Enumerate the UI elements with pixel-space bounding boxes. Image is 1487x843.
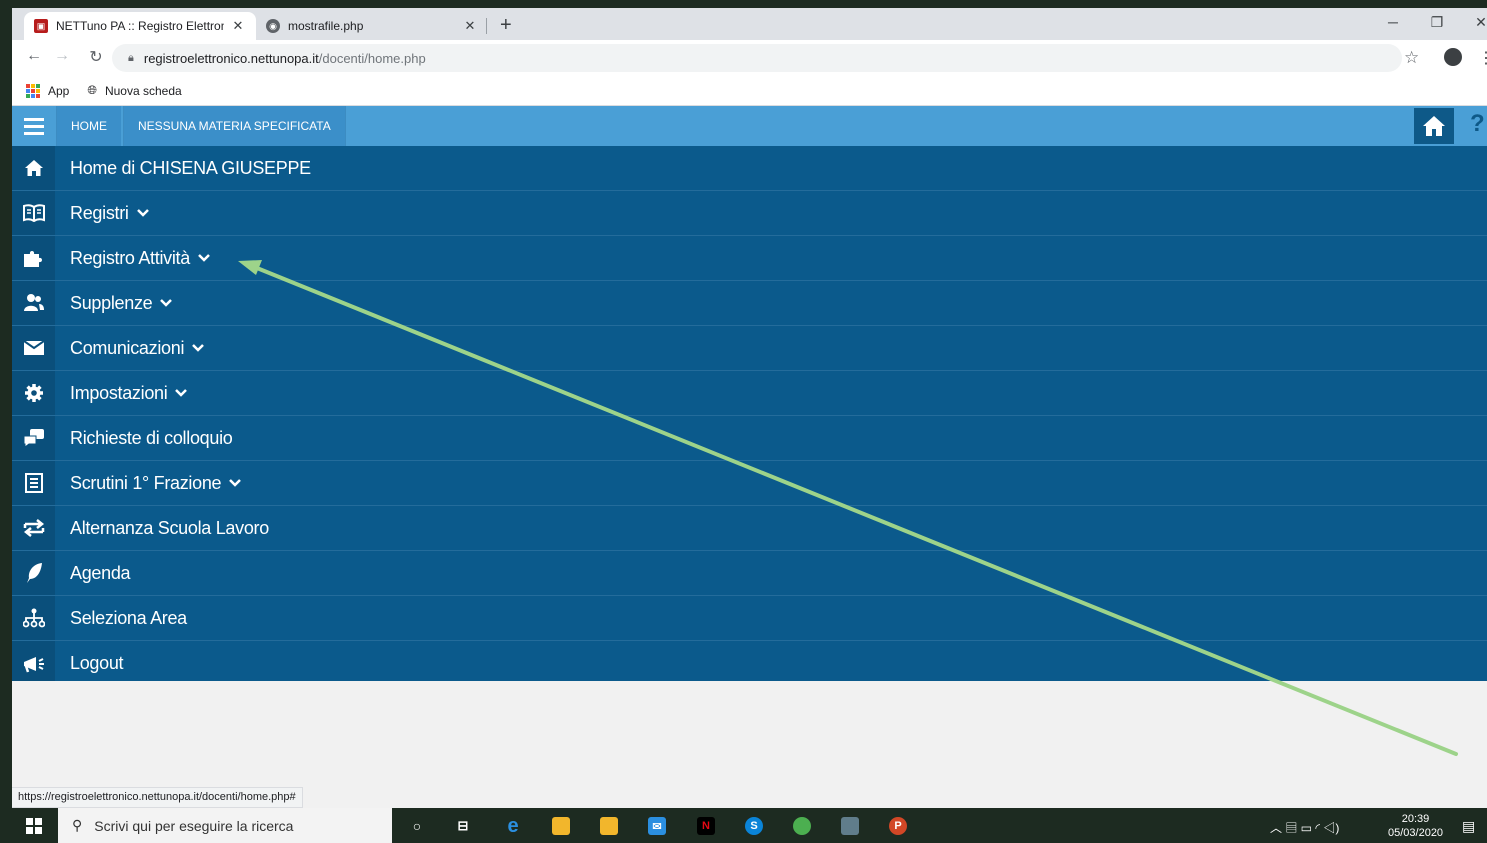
clock-time: 20:39 (1401, 813, 1430, 825)
edge-icon[interactable]: e (504, 815, 522, 837)
clock[interactable]: 20:39 05/03/2020 (1388, 812, 1443, 840)
chrome-icon[interactable] (793, 817, 811, 835)
powerpoint-icon[interactable]: P (889, 817, 907, 835)
search-icon: ⚲ (72, 817, 83, 833)
taskbar: ⚲ Scrivi qui per eseguire la ricerca ○ ⊟… (0, 808, 1487, 843)
cortana-icon[interactable]: ○ (408, 817, 426, 835)
system-tray-icons[interactable]: ︿ ▤ ▭ ◜ ◁) (1270, 819, 1339, 836)
notification-icon[interactable]: ▤ (1462, 818, 1475, 835)
mail-icon[interactable]: ✉ (648, 817, 666, 835)
search-placeholder: Scrivi qui per eseguire la ricerca (94, 817, 294, 834)
annotation-arrow-icon (238, 260, 1458, 756)
app-icon[interactable] (841, 817, 859, 835)
windows-start-icon[interactable] (26, 818, 42, 839)
taskbar-search-input[interactable]: ⚲ Scrivi qui per eseguire la ricerca (58, 808, 392, 843)
task-view-icon[interactable]: ⊟ (454, 817, 472, 835)
store-icon[interactable] (600, 817, 618, 835)
netflix-icon[interactable]: N (697, 817, 715, 835)
clock-date: 05/03/2020 (1388, 827, 1444, 839)
skype-icon[interactable]: S (745, 817, 763, 835)
file-explorer-icon[interactable] (552, 817, 570, 835)
